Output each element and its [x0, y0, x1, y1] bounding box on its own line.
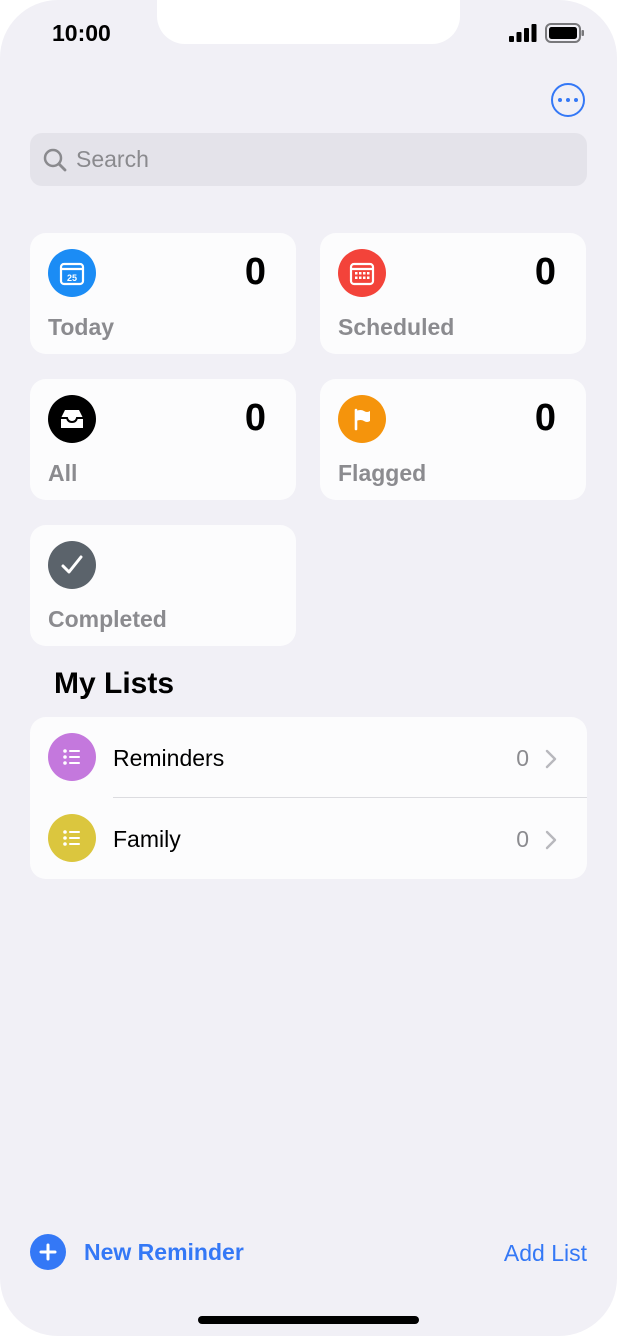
chevron-right-icon: [545, 830, 557, 850]
smart-list-flagged[interactable]: 0 Flagged: [320, 379, 586, 500]
list-item-family[interactable]: Family 0: [30, 798, 587, 879]
scheduled-count: 0: [534, 251, 556, 293]
plus-icon: [30, 1234, 66, 1270]
more-dot-icon: [574, 98, 578, 102]
list-bullet-icon: [48, 733, 96, 781]
tray-icon: [48, 395, 96, 443]
calendar-today-icon: 25: [48, 249, 96, 297]
new-reminder-label: New Reminder: [84, 1238, 244, 1265]
smart-list-today[interactable]: 25 0 Today: [30, 233, 296, 354]
all-label: All: [48, 460, 78, 486]
list-item-reminders[interactable]: Reminders 0: [30, 717, 587, 798]
my-lists-title: My Lists: [54, 667, 175, 700]
my-lists-group: Reminders 0 Family 0: [30, 717, 587, 879]
search-bar[interactable]: [30, 133, 587, 186]
list-bullet-icon: [48, 814, 96, 862]
more-options-button[interactable]: [551, 83, 585, 117]
calendar-icon: [338, 249, 386, 297]
smart-list-all[interactable]: 0 All: [30, 379, 296, 500]
checkmark-icon: [48, 541, 96, 589]
cellular-signal-icon: [509, 24, 537, 42]
add-list-button[interactable]: Add List: [504, 1240, 587, 1267]
home-indicator[interactable]: [198, 1316, 419, 1324]
list-item-count: 0: [516, 826, 529, 852]
smart-list-completed[interactable]: Completed: [30, 525, 296, 646]
flag-icon: [338, 395, 386, 443]
flagged-count: 0: [534, 397, 556, 439]
calendar-date-text: 25: [67, 273, 77, 283]
notch: [157, 0, 460, 44]
more-dot-icon: [558, 98, 562, 102]
completed-label: Completed: [48, 606, 167, 632]
battery-icon: [545, 23, 584, 43]
scheduled-label: Scheduled: [338, 314, 455, 340]
search-input[interactable]: [76, 146, 556, 173]
today-count: 0: [244, 251, 266, 293]
today-label: Today: [48, 314, 115, 340]
smart-list-scheduled[interactable]: 0 Scheduled: [320, 233, 586, 354]
search-icon: [43, 148, 67, 171]
status-time: 10:00: [52, 20, 111, 46]
list-item-label: Family: [113, 826, 181, 852]
list-item-count: 0: [516, 745, 529, 771]
new-reminder-button[interactable]: New Reminder: [30, 1234, 244, 1270]
phone-screen: 10:00 25 0 Today: [0, 0, 617, 1336]
list-item-label: Reminders: [113, 745, 225, 771]
more-dot-icon: [566, 98, 570, 102]
all-count: 0: [244, 397, 266, 439]
flagged-label: Flagged: [338, 460, 427, 486]
chevron-right-icon: [545, 749, 557, 769]
